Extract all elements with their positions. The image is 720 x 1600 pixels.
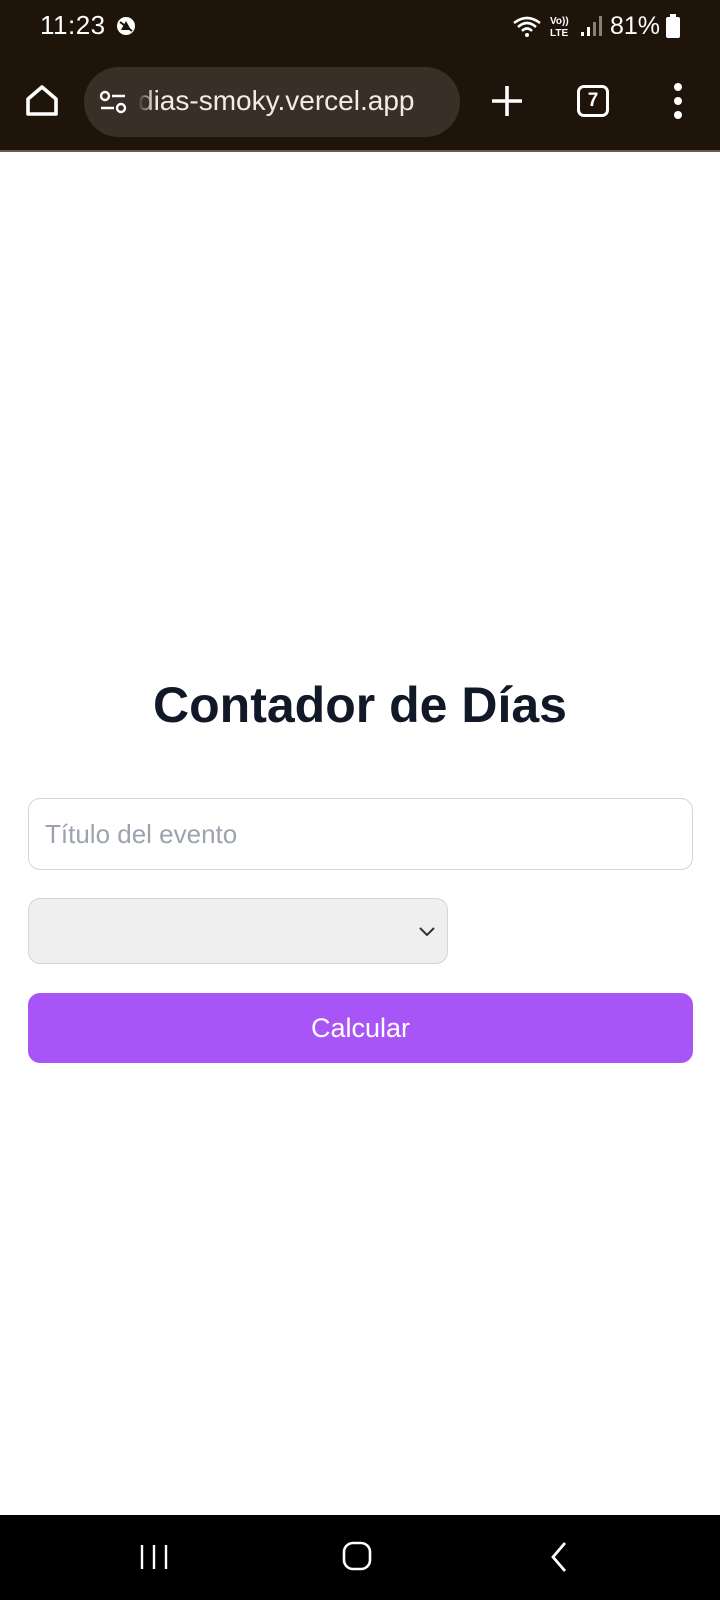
- address-bar[interactable]: dias-smoky.vercel.app: [84, 67, 460, 137]
- calculate-button[interactable]: Calcular: [28, 993, 693, 1063]
- chevron-down-icon: [419, 927, 435, 937]
- volte-icon: Vo)) LTE: [550, 16, 569, 39]
- battery-percent: 81%: [609, 11, 660, 40]
- svg-text:LTE: LTE: [550, 28, 568, 39]
- site-settings-icon[interactable]: [98, 87, 128, 117]
- status-icons: Vo)) LTE 81%: [512, 10, 680, 42]
- event-title-input[interactable]: [28, 798, 693, 870]
- home-nav-icon[interactable]: [342, 1539, 372, 1573]
- notification-icon: [117, 17, 135, 35]
- url-text: dias-smoky.vercel.app: [138, 85, 415, 116]
- status-time: 11:23: [40, 10, 106, 40]
- plus-icon[interactable]: [488, 82, 526, 120]
- recents-icon[interactable]: [136, 1541, 172, 1573]
- signal-icon: [580, 16, 602, 36]
- battery-icon: [666, 14, 680, 38]
- page-title: Contador de Días: [153, 677, 567, 733]
- date-select[interactable]: [28, 898, 448, 964]
- svg-text:Vo)): Vo)): [550, 16, 569, 27]
- home-icon[interactable]: [20, 78, 64, 122]
- browser-toolbar: dias-smoky.vercel.app 7: [0, 52, 720, 152]
- tabs-icon[interactable]: 7: [577, 85, 609, 117]
- tab-count: 7: [587, 90, 599, 111]
- navigation-bar: [0, 1515, 720, 1600]
- phone-screen: 11:23 Vo)) LTE 81% dias-smoky.vercel.app…: [0, 0, 720, 1600]
- more-vert-icon[interactable]: [662, 80, 694, 122]
- wifi-icon: [513, 16, 541, 37]
- status-bar: 11:23 Vo)) LTE 81%: [0, 0, 720, 52]
- back-icon[interactable]: [545, 1539, 573, 1575]
